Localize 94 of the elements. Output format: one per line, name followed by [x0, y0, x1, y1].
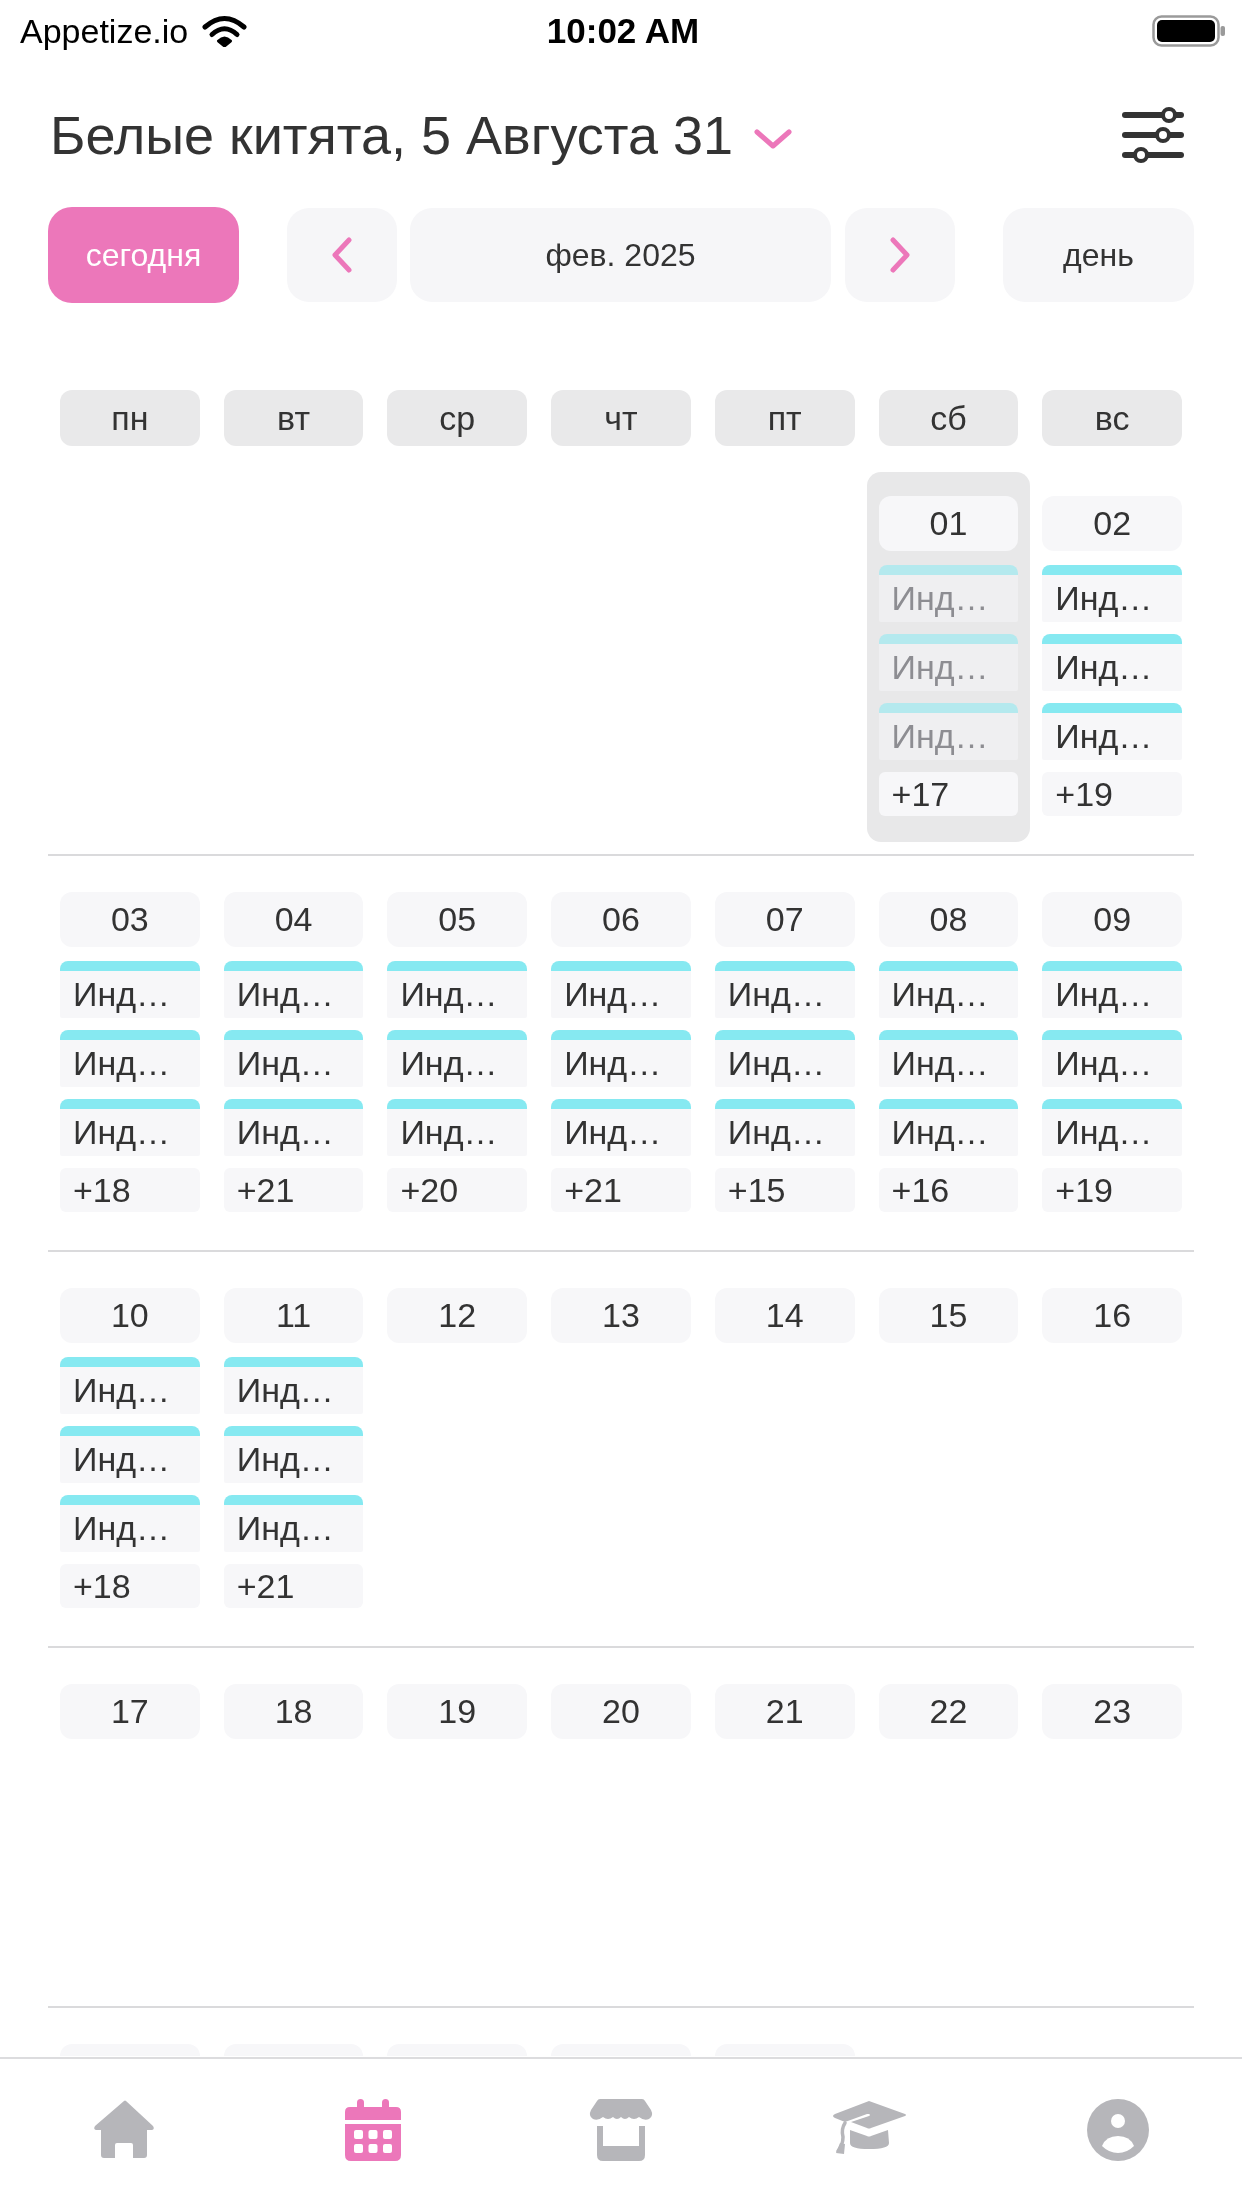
day-number[interactable]: 11: [223, 1288, 364, 1343]
weekday-header: вс: [1042, 390, 1182, 446]
chevron-down-icon[interactable]: [753, 127, 793, 150]
home-icon[interactable]: [93, 2099, 156, 2159]
event-chip[interactable]: Инд…: [60, 1099, 200, 1156]
more-events-button[interactable]: +21: [551, 1168, 691, 1212]
status-time: 10:02 AM: [546, 11, 700, 50]
day-view-button[interactable]: день: [1003, 208, 1194, 302]
event-chip[interactable]: Инд…: [714, 1099, 855, 1156]
day-tab[interactable]: [714, 2044, 855, 2056]
day-number[interactable]: 20: [551, 1684, 691, 1739]
event-chip[interactable]: Инд…: [387, 1099, 528, 1156]
event-chip[interactable]: Инд…: [551, 1030, 691, 1087]
event-chip[interactable]: Инд…: [223, 1357, 364, 1414]
weekday-header: ср: [387, 390, 528, 446]
event-chip[interactable]: Инд…: [1042, 703, 1182, 760]
event-chip[interactable]: Инд…: [387, 961, 528, 1018]
event-chip[interactable]: Инд…: [1042, 1030, 1182, 1087]
day-number[interactable]: 18: [223, 1684, 364, 1739]
event-chip[interactable]: Инд…: [223, 1426, 364, 1483]
store-icon[interactable]: [588, 2099, 654, 2161]
chevron-left-icon: [331, 236, 353, 274]
day-number[interactable]: 03: [60, 892, 200, 947]
event-chip[interactable]: Инд…: [60, 961, 200, 1018]
weekday-header: пн: [60, 390, 200, 446]
event-chip[interactable]: Инд…: [1042, 1099, 1182, 1156]
event-chip[interactable]: Инд…: [387, 1030, 528, 1087]
day-number[interactable]: 22: [878, 1684, 1019, 1739]
event-chip[interactable]: Инд…: [60, 1030, 200, 1087]
day-number[interactable]: 13: [551, 1288, 691, 1343]
day-number[interactable]: 08: [878, 892, 1019, 947]
day-tab[interactable]: [60, 2044, 200, 2056]
day-number[interactable]: 01: [878, 496, 1019, 551]
day-number[interactable]: 10: [60, 1288, 200, 1343]
event-chip[interactable]: Инд…: [714, 1030, 855, 1087]
event-chip[interactable]: Инд…: [223, 1495, 364, 1552]
day-number[interactable]: 16: [1042, 1288, 1182, 1343]
weekday-header: вт: [223, 390, 364, 446]
day-number[interactable]: 21: [714, 1684, 855, 1739]
day-number[interactable]: 07: [714, 892, 855, 947]
calendar-icon[interactable]: [344, 2099, 401, 2161]
sliders-icon[interactable]: [1122, 106, 1184, 163]
day-number[interactable]: 12: [387, 1288, 528, 1343]
event-chip[interactable]: Инд…: [1042, 634, 1182, 691]
more-events-button[interactable]: +17: [878, 772, 1019, 816]
more-events-button[interactable]: +18: [60, 1168, 200, 1212]
prev-month-button[interactable]: [287, 208, 397, 302]
day-number[interactable]: 17: [60, 1684, 200, 1739]
weekday-header: чт: [551, 390, 691, 446]
more-events-button[interactable]: +19: [1042, 1168, 1182, 1212]
event-chip[interactable]: Инд…: [1042, 565, 1182, 622]
event-chip[interactable]: Инд…: [714, 961, 855, 1018]
day-tab[interactable]: [223, 2044, 364, 2056]
day-tab[interactable]: [387, 2044, 528, 2056]
more-events-button[interactable]: +21: [223, 1564, 364, 1608]
next-month-button[interactable]: [845, 208, 955, 302]
battery-icon: [1152, 15, 1226, 47]
more-events-button[interactable]: +21: [223, 1168, 364, 1212]
event-chip[interactable]: Инд…: [60, 1357, 200, 1414]
event-chip[interactable]: Инд…: [878, 1099, 1019, 1156]
more-events-button[interactable]: +19: [1042, 772, 1182, 816]
profile-icon[interactable]: [1086, 2099, 1149, 2161]
event-chip[interactable]: Инд…: [878, 1030, 1019, 1087]
event-chip[interactable]: Инд…: [551, 1099, 691, 1156]
day-number[interactable]: 04: [223, 892, 364, 947]
day-number[interactable]: 19: [387, 1684, 528, 1739]
day-number[interactable]: 02: [1042, 496, 1182, 551]
more-events-button[interactable]: +15: [714, 1168, 855, 1212]
day-number[interactable]: 09: [1042, 892, 1182, 947]
event-chip[interactable]: Инд…: [223, 1030, 364, 1087]
event-chip[interactable]: Инд…: [60, 1426, 200, 1483]
day-number[interactable]: 05: [387, 892, 528, 947]
more-events-button[interactable]: +18: [60, 1564, 200, 1608]
carrier-label: Appetize.io: [20, 11, 189, 51]
wifi-icon: [202, 15, 248, 47]
weekday-header: сб: [878, 390, 1019, 446]
day-number[interactable]: 23: [1042, 1684, 1182, 1739]
day-number[interactable]: 14: [714, 1288, 855, 1343]
event-chip[interactable]: Инд…: [223, 961, 364, 1018]
event-chip[interactable]: Инд…: [878, 961, 1019, 1018]
event-chip[interactable]: Инд…: [223, 1099, 364, 1156]
calendar-title[interactable]: Белые китята, 5 Августа 31: [50, 103, 733, 166]
event-chip[interactable]: Инд…: [551, 961, 691, 1018]
event-chip[interactable]: Инд…: [60, 1495, 200, 1552]
month-picker[interactable]: фев. 2025: [410, 208, 831, 302]
chevron-right-icon: [889, 236, 911, 274]
event-chip[interactable]: Инд…: [1042, 961, 1182, 1018]
day-number[interactable]: 06: [551, 892, 691, 947]
day-tab[interactable]: [551, 2044, 691, 2056]
day-number[interactable]: 15: [878, 1288, 1019, 1343]
graduation-cap-icon[interactable]: [831, 2099, 908, 2155]
more-events-button[interactable]: +16: [878, 1168, 1019, 1212]
more-events-button[interactable]: +20: [387, 1168, 528, 1212]
weekday-header: пт: [714, 390, 855, 446]
